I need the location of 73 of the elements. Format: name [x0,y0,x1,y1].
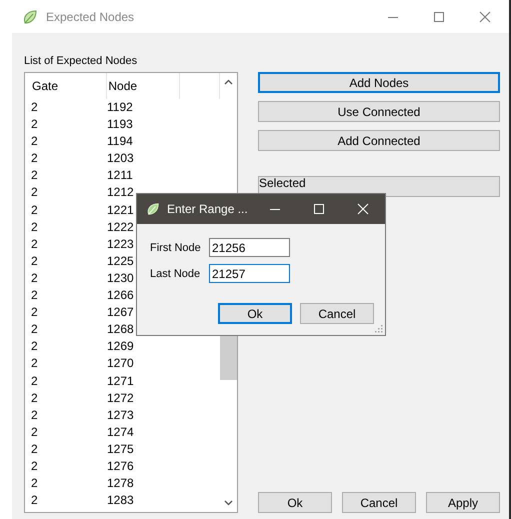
table-cell: 1273 [107,408,134,422]
table-cell: 1272 [107,390,134,405]
table-cell: 1211 [107,168,133,182]
scrollbar-thumb[interactable] [220,336,237,380]
table-cell: 1222 [107,220,134,234]
input-field[interactable]: 21257 [209,264,290,283]
table-cell: 2 [31,270,38,285]
table-cell: 1283 [107,493,134,508]
table-cell: 2 [31,356,38,370]
table-cell: 1192 [107,100,133,114]
dialog-button[interactable]: Apply [426,492,500,513]
table-cell: 1193 [107,117,133,132]
action-button[interactable]: Selected [258,176,500,197]
table-cell: 2 [31,220,38,234]
field-label: Last Node [150,268,202,280]
table-cell: 1274 [107,424,134,439]
table-cell: 1230 [107,270,134,285]
table-cell: 2 [31,100,38,114]
dialog-button[interactable]: Ok [258,492,332,513]
field-label: First Node [150,242,202,254]
dialog-button[interactable]: Ok [218,303,292,324]
action-button[interactable]: Add Connected [258,130,500,151]
table-cell: 2 [31,442,38,456]
table-cell: 2 [31,236,38,251]
table-cell: 1269 [107,339,134,354]
dialog-button[interactable]: Cancel [300,303,374,324]
table-cell: 2 [31,476,38,490]
table-cell: 1278 [107,476,134,490]
table-cell: 2 [31,305,38,320]
table-cell: 2 [31,254,38,268]
dialog-button[interactable]: Cancel [342,492,416,513]
table-cell: 1270 [107,356,134,370]
input-field[interactable]: 21256 [209,238,290,257]
table-cell: 2 [31,458,38,473]
table-cell: 1194 [107,134,133,148]
table-cell: 1268 [107,322,134,336]
resize-grip-icon[interactable] [375,325,383,333]
table-cell: 2 [31,168,38,182]
table-cell: 1203 [107,151,134,166]
table-cell: 2 [31,390,38,405]
table-cell: 2 [31,151,38,166]
table-cell: 1267 [107,305,134,320]
window-title: Expected Nodes [46,10,134,24]
table-cell: 2 [31,202,38,217]
table-cell: 1212 [107,185,134,200]
scroll-down-icon[interactable] [224,500,233,506]
table-cell: 2 [31,185,38,200]
table-cell: 2 [31,288,38,302]
action-button[interactable]: Add Nodes [258,72,500,93]
table-cell: 2 [31,493,38,508]
table-cell: 1223 [107,236,134,251]
table-cell: 1276 [107,458,134,473]
column-header[interactable]: Gate [31,73,108,99]
list-label: List of Expected Nodes [24,55,138,69]
table-cell: 1271 [107,374,134,388]
scroll-up-icon[interactable] [224,79,233,85]
table-cell: 2 [31,322,38,336]
table-cell: 2 [31,117,38,132]
action-button[interactable]: Use Connected [258,101,500,122]
table-cell: 1221 [107,202,134,217]
table-cell: 2 [31,408,38,422]
leaf-icon [146,202,160,216]
table-cell: 1275 [107,442,134,456]
table-cell: 2 [31,134,38,148]
maximize-icon[interactable] [433,10,445,22]
table-cell: 2 [31,339,38,354]
table-cell: 1225 [107,254,134,268]
table-cell: 1266 [107,288,134,302]
leaf-icon [22,8,38,24]
close-icon[interactable] [479,10,491,22]
column-header[interactable]: Node [107,73,180,99]
table-cell: 2 [31,424,38,439]
table-cell: 2 [31,374,38,388]
